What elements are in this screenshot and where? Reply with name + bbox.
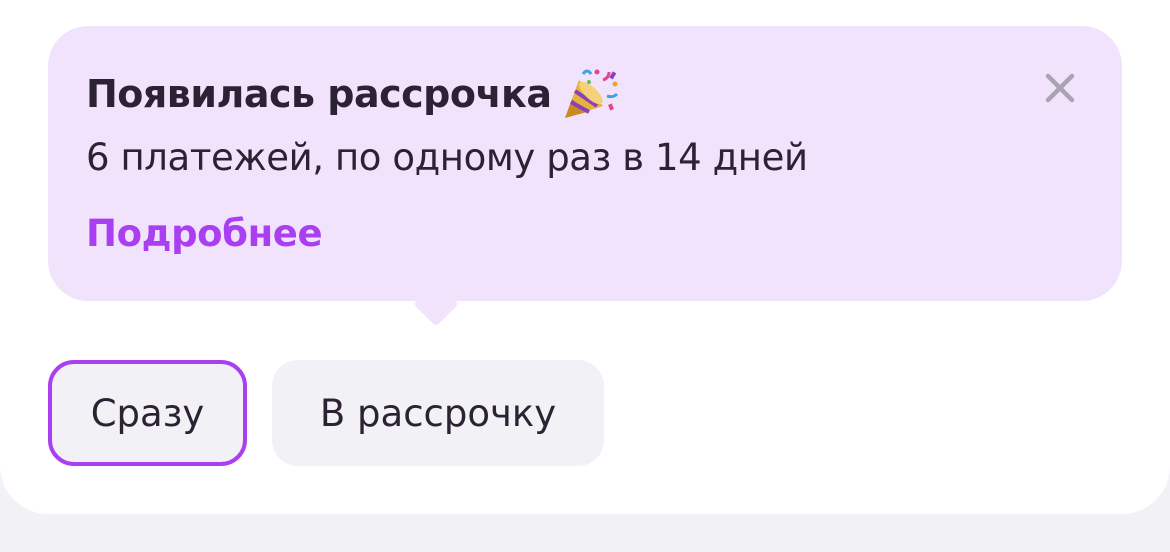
- pay-installment-option[interactable]: В рассрочку: [272, 360, 604, 466]
- tooltip-title-text: Появилась рассрочка: [86, 72, 552, 116]
- tooltip-subtitle: 6 платежей, по одному раз в 14 дней: [86, 136, 808, 179]
- pay-now-option[interactable]: Сразу: [48, 360, 247, 466]
- payment-card: Появилась рассрочка 6 платежей, по одном…: [0, 0, 1170, 514]
- party-popper-icon: [559, 66, 621, 122]
- tooltip-title: Появилась рассрочка: [86, 66, 621, 122]
- close-icon[interactable]: [1040, 68, 1080, 108]
- more-details-link[interactable]: Подробнее: [86, 212, 323, 255]
